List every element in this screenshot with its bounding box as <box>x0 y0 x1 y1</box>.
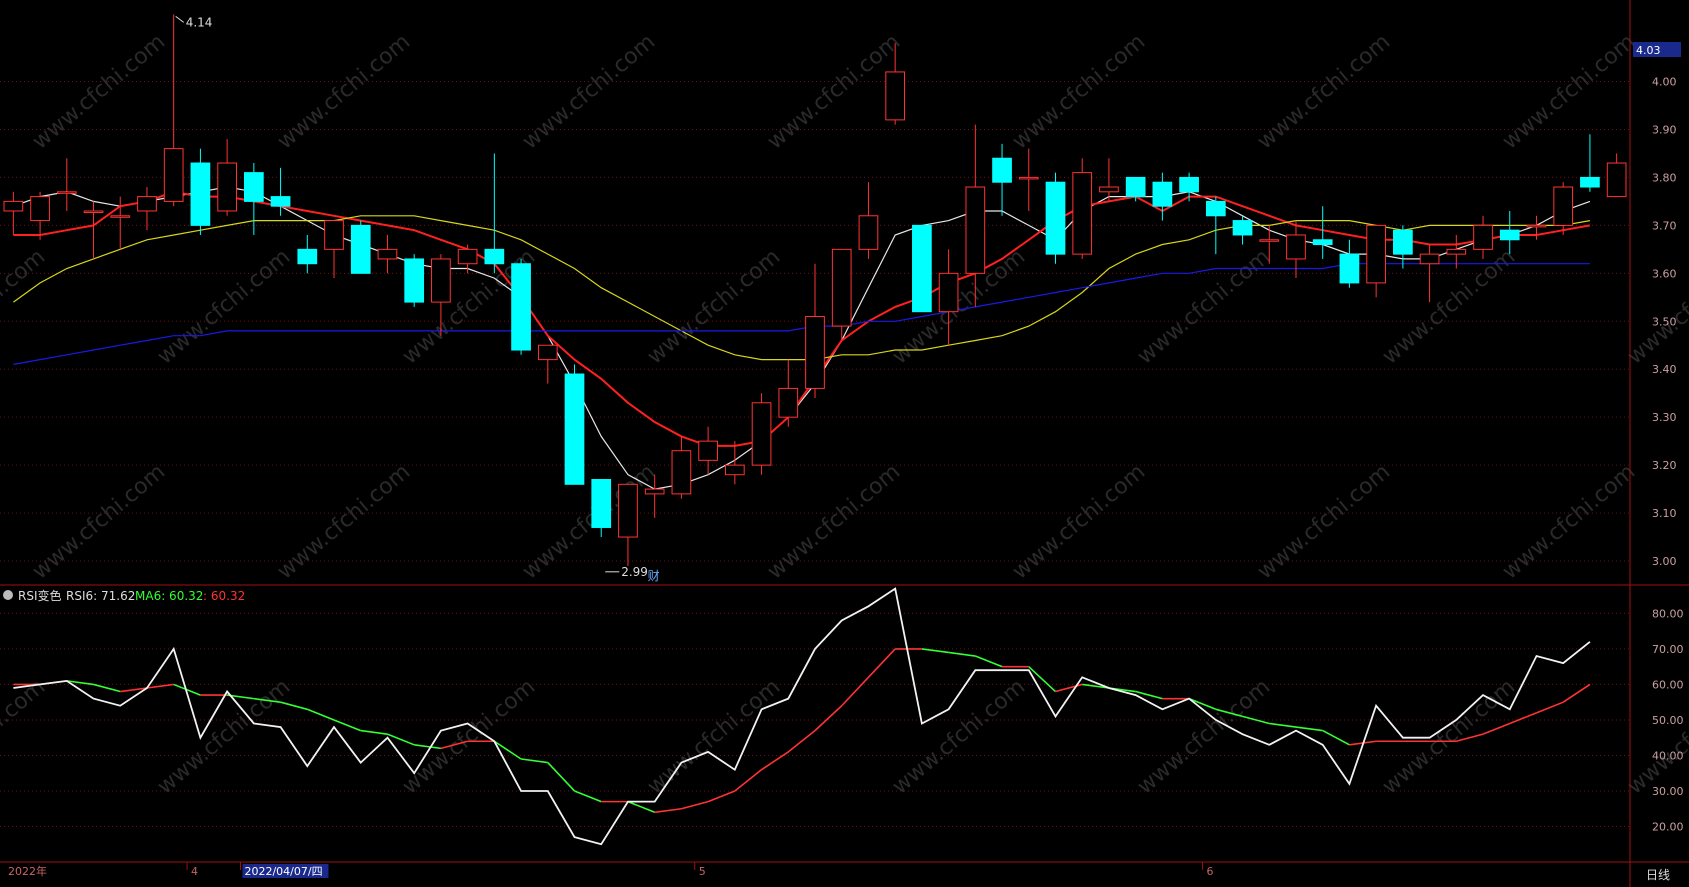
candle-up <box>618 483 638 538</box>
candle-up <box>778 387 799 418</box>
current-price-label: 4.03 <box>1636 44 1661 57</box>
candle-up <box>965 186 986 274</box>
candle-up <box>1606 162 1627 198</box>
candle-down <box>1152 181 1173 207</box>
stock-chart[interactable]: www.cfchi.com www.cfchi.com www.cfchi.com w… <box>0 0 1689 887</box>
candle-up <box>1553 186 1574 226</box>
candle-down <box>1339 253 1360 284</box>
candle-up <box>858 215 879 250</box>
candle-down <box>591 479 612 528</box>
candle-up <box>137 196 157 212</box>
candle-down <box>270 196 291 207</box>
candle-up <box>377 248 398 260</box>
candle-down <box>297 248 318 265</box>
candle-up <box>805 315 825 389</box>
candle-down <box>1312 239 1333 246</box>
candle-up <box>457 248 478 265</box>
price-tick-label: 3.40 <box>1652 363 1677 376</box>
candle-up <box>1259 239 1280 242</box>
indicator-toggle-icon[interactable] <box>3 590 13 600</box>
rsi-tick-label: 70.00 <box>1652 643 1684 656</box>
candle-up <box>1286 234 1306 260</box>
candle-down <box>484 248 505 265</box>
candle-up <box>1018 176 1039 180</box>
candle-up <box>1366 224 1386 284</box>
price-tick-label: 3.60 <box>1652 267 1677 280</box>
rsi-legend-extra: : 60.32 <box>203 589 245 603</box>
rsi-tick-label: 60.00 <box>1652 678 1684 691</box>
rsi-legend-ma: MA6: 60.32 <box>135 589 203 603</box>
candle-up <box>1526 224 1547 228</box>
candle-up <box>751 402 772 466</box>
rsi-tick-label: 80.00 <box>1652 607 1684 620</box>
candle-up <box>83 210 104 213</box>
x-tick-label: 4 <box>191 865 198 878</box>
candle-up <box>671 450 692 495</box>
candle-down <box>1499 229 1520 241</box>
finance-marker: 财 <box>648 569 660 583</box>
rsi-legend-value: RSI6: 71.62 <box>66 589 135 603</box>
rsi-legend: RSI变色 RSI6: 71.62 MA6: 60.32 : 60.32 <box>3 588 245 603</box>
x-tick-label: 6 <box>1206 865 1213 878</box>
candle-up <box>1419 253 1440 265</box>
rsi-tick-label: 20.00 <box>1652 820 1684 833</box>
price-tick-label: 4.00 <box>1652 76 1677 89</box>
candle-up <box>163 148 184 202</box>
price-tick-label: 3.20 <box>1652 459 1677 472</box>
candle-down <box>1179 176 1199 193</box>
candle-down <box>992 157 1012 183</box>
x-tick-label: 2022/04/07/四 <box>244 865 322 878</box>
x-tick-label: 5 <box>699 865 706 878</box>
candle-up <box>431 258 451 303</box>
candle-down <box>1232 220 1253 236</box>
candle-down <box>1125 176 1146 198</box>
high-annotation: 4.14 <box>186 15 213 29</box>
candle-up <box>938 272 959 313</box>
price-tick-label: 3.30 <box>1652 411 1677 424</box>
candle-down <box>350 224 371 274</box>
candle-up <box>217 162 237 212</box>
candle-up <box>1446 248 1467 255</box>
candle-up <box>324 220 344 250</box>
price-tick-label: 3.80 <box>1652 171 1677 184</box>
candle-up <box>644 488 665 495</box>
candle-down <box>244 172 264 202</box>
candle-up <box>1072 172 1093 255</box>
candle-down <box>1393 229 1413 255</box>
rsi-legend-name: RSI变色 <box>18 588 62 603</box>
candle-down <box>511 263 531 351</box>
candle-up <box>1473 224 1493 250</box>
candle-up <box>724 464 745 476</box>
candle-up <box>698 440 718 461</box>
price-tick-label: 3.70 <box>1652 219 1677 232</box>
period-label[interactable]: 日线 <box>1646 868 1670 882</box>
candle-down <box>1580 176 1600 188</box>
x-tick-label: 2022年 <box>8 864 47 878</box>
candle-up <box>3 200 24 212</box>
price-tick-label: 3.90 <box>1652 123 1677 136</box>
candle-down <box>1205 200 1226 217</box>
low-annotation: 2.99 <box>621 565 648 579</box>
candle-down <box>912 224 932 313</box>
candle-down <box>564 373 585 485</box>
candle-down <box>190 162 211 226</box>
candle-up <box>56 191 77 194</box>
candle-up <box>30 196 50 222</box>
candle-up <box>537 344 558 361</box>
candle-down <box>1045 181 1066 255</box>
candle-up <box>110 215 131 218</box>
rsi-tick-label: 30.00 <box>1652 785 1684 798</box>
price-tick-label: 3.50 <box>1652 315 1677 328</box>
candle-up <box>1099 186 1119 193</box>
candle-up <box>831 248 852 327</box>
candle-down <box>404 258 425 303</box>
rsi-tick-label: 50.00 <box>1652 714 1684 727</box>
candle-up <box>885 71 906 121</box>
rsi-tick-label: 40.00 <box>1652 749 1684 762</box>
price-tick-label: 3.00 <box>1652 555 1677 568</box>
price-tick-label: 3.10 <box>1652 507 1677 520</box>
